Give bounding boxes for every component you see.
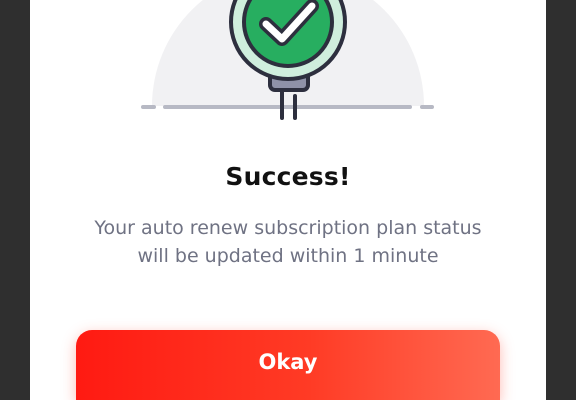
success-check-sign-icon xyxy=(141,0,434,120)
message-line-2: will be updated within 1 minute xyxy=(137,245,439,267)
message-line-1: Your auto renew subscription plan status xyxy=(94,217,482,239)
dialog-message: Your auto renew subscription plan status… xyxy=(70,214,506,270)
dialog-title: Success! xyxy=(225,162,351,191)
success-dialog: Success! Your auto renew subscription pl… xyxy=(30,0,546,400)
okay-button[interactable]: Okay xyxy=(76,330,500,400)
